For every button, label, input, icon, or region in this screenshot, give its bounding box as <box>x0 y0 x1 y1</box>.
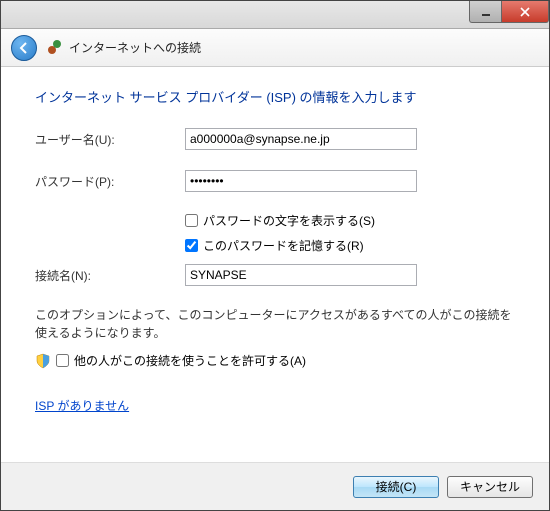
remember-password-row: このパスワードを記憶する(R) <box>185 237 515 254</box>
shield-icon <box>35 353 51 369</box>
minimize-button[interactable] <box>469 1 501 23</box>
show-password-row: パスワードの文字を表示する(S) <box>185 212 515 229</box>
arrow-left-icon <box>17 41 31 55</box>
connect-button[interactable]: 接続(C) <box>353 476 439 498</box>
remember-password-checkbox[interactable] <box>185 239 198 252</box>
remember-password-label: このパスワードを記憶する(R) <box>203 237 364 254</box>
password-input[interactable] <box>185 170 417 192</box>
username-label: ユーザー名(U): <box>35 131 185 148</box>
allow-others-checkbox[interactable] <box>56 354 69 367</box>
titlebar-buttons <box>469 1 549 28</box>
show-password-checkbox[interactable] <box>185 214 198 227</box>
allow-others-label: 他の人がこの接続を使うことを許可する(A) <box>74 352 306 369</box>
password-row: パスワード(P): <box>35 170 515 192</box>
close-icon <box>520 7 530 17</box>
footer: 接続(C) キャンセル <box>1 462 549 510</box>
username-row: ユーザー名(U): <box>35 128 515 150</box>
no-isp-link[interactable]: ISP がありません <box>35 399 129 413</box>
password-label: パスワード(P): <box>35 173 185 190</box>
instruction-text: インターネット サービス プロバイダー (ISP) の情報を入力します <box>35 87 515 106</box>
show-password-label: パスワードの文字を表示する(S) <box>203 212 375 229</box>
content-area: インターネット サービス プロバイダー (ISP) の情報を入力します ユーザー… <box>1 67 549 462</box>
minimize-icon <box>481 7 491 17</box>
header: インターネットへの接続 <box>1 29 549 67</box>
username-input[interactable] <box>185 128 417 150</box>
back-button[interactable] <box>11 35 37 61</box>
network-icon <box>45 40 61 56</box>
connection-name-label: 接続名(N): <box>35 267 185 284</box>
allow-others-row: 他の人がこの接続を使うことを許可する(A) <box>35 352 515 369</box>
description-text: このオプションによって、このコンピューターにアクセスがあるすべての人がこの接続を… <box>35 306 515 342</box>
header-title: インターネットへの接続 <box>69 39 201 56</box>
titlebar <box>1 1 549 29</box>
wizard-window: インターネットへの接続 インターネット サービス プロバイダー (ISP) の情… <box>0 0 550 511</box>
connection-name-input[interactable] <box>185 264 417 286</box>
cancel-button[interactable]: キャンセル <box>447 476 533 498</box>
connection-name-row: 接続名(N): <box>35 264 515 286</box>
close-button[interactable] <box>501 1 549 23</box>
